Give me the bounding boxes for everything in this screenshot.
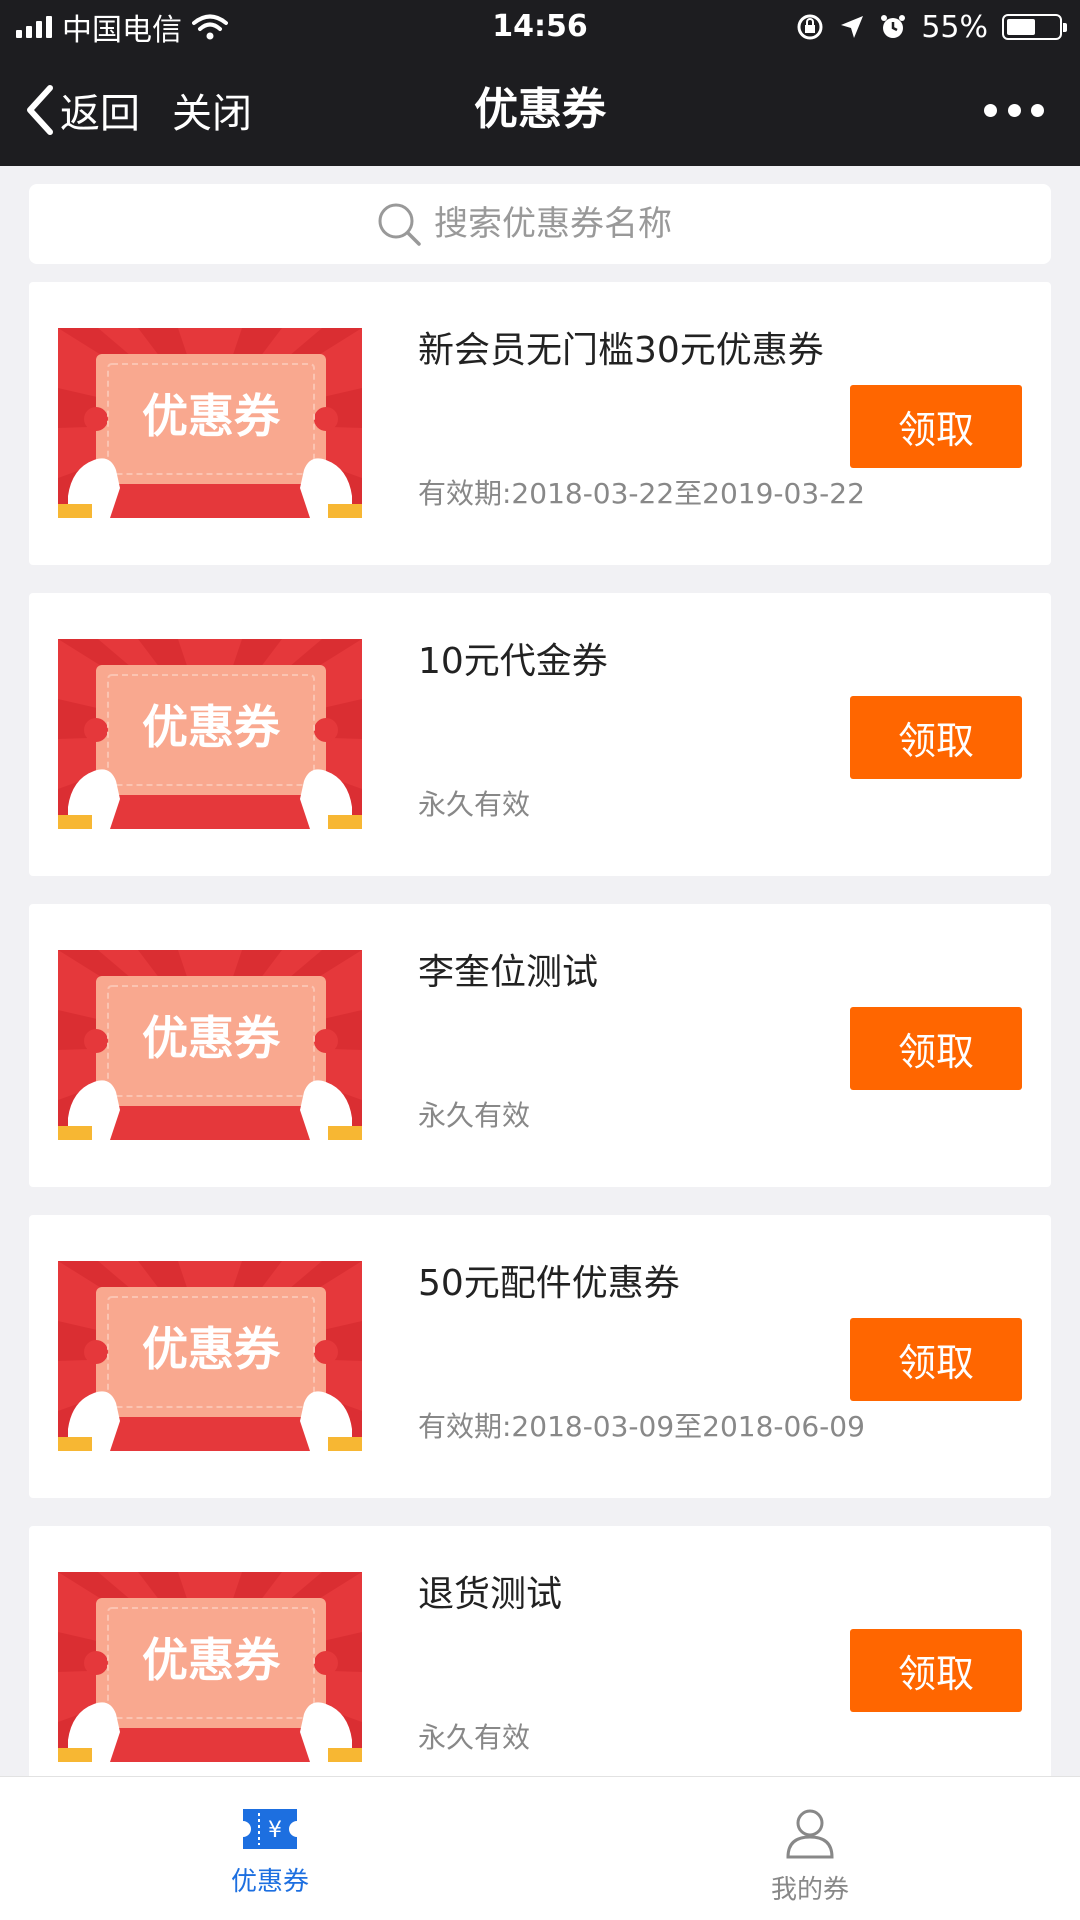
coupon-card: 优惠券 新会员无门槛30元优惠券 有效期:2018-03-22至2019-03-… bbox=[29, 282, 1051, 565]
battery-percent: 55% bbox=[921, 9, 988, 45]
close-label: 关闭 bbox=[172, 91, 252, 137]
coupon-name: 新会员无门槛30元优惠券 bbox=[418, 330, 824, 371]
dot bbox=[1031, 103, 1044, 117]
svg-text:优惠券: 优惠券 bbox=[142, 389, 281, 443]
coupon-validity: 永久有效 bbox=[418, 1721, 531, 1754]
coupon-card: 优惠券 退货测试 永久有效 领取 bbox=[29, 1526, 1051, 1809]
status-bar: 中国电信 14:56 55% bbox=[0, 0, 1080, 54]
coupon-validity: 有效期:2018-03-09至2018-06-09 bbox=[418, 1410, 865, 1443]
coupon-ticket-image: 优惠券 bbox=[58, 1572, 362, 1762]
chevron-left-icon bbox=[27, 85, 53, 135]
claim-button[interactable]: 领取 bbox=[850, 385, 1022, 468]
battery-level-fill bbox=[1007, 19, 1035, 35]
tab-coupons[interactable]: ¥ 优惠券 bbox=[0, 1777, 540, 1920]
coupon-name: 退货测试 bbox=[418, 1574, 563, 1615]
search-icon bbox=[378, 203, 421, 246]
claim-button[interactable]: 领取 bbox=[850, 1318, 1022, 1401]
claim-button[interactable]: 领取 bbox=[850, 1007, 1022, 1090]
coupon-ticket-image: 优惠券 bbox=[58, 1261, 362, 1451]
svg-text:优惠券: 优惠券 bbox=[142, 1633, 281, 1687]
claim-button[interactable]: 领取 bbox=[850, 1629, 1022, 1712]
rotation-lock-icon bbox=[797, 14, 823, 40]
tab-bar: ¥ 优惠券 我的券 bbox=[0, 1776, 1080, 1920]
coupon-card: 优惠券 李奎位测试 永久有效 领取 bbox=[29, 904, 1051, 1187]
coupon-card: 优惠券 10元代金券 永久有效 领取 bbox=[29, 593, 1051, 876]
svg-text:¥: ¥ bbox=[268, 1818, 282, 1843]
coupon-name: 10元代金券 bbox=[418, 641, 608, 682]
back-label: 返回 bbox=[60, 91, 140, 137]
claim-button[interactable]: 领取 bbox=[850, 696, 1022, 779]
close-button[interactable]: 关闭 bbox=[172, 82, 252, 138]
location-arrow-icon bbox=[841, 16, 864, 38]
coupon-validity: 永久有效 bbox=[418, 788, 531, 821]
ticket-icon: ¥ bbox=[243, 1809, 297, 1849]
user-icon bbox=[786, 1809, 834, 1859]
svg-text:优惠券: 优惠券 bbox=[142, 1011, 281, 1065]
dot bbox=[984, 103, 997, 117]
navigation-bar: 返回 关闭 优惠券 bbox=[0, 54, 1080, 166]
coupon-name: 李奎位测试 bbox=[418, 952, 599, 993]
battery-icon bbox=[1002, 14, 1067, 40]
search-bar[interactable] bbox=[29, 184, 1051, 264]
tab-coupons-label: 优惠券 bbox=[230, 1867, 309, 1897]
dot bbox=[1007, 103, 1021, 117]
search-input[interactable] bbox=[434, 204, 704, 244]
coupon-validity: 永久有效 bbox=[418, 1099, 531, 1132]
coupon-list: 优惠券 新会员无门槛30元优惠券 有效期:2018-03-22至2019-03-… bbox=[29, 282, 1051, 1837]
svg-text:优惠券: 优惠券 bbox=[142, 700, 281, 754]
status-right: 55% bbox=[795, 8, 1067, 46]
coupon-ticket-image: 优惠券 bbox=[58, 950, 362, 1140]
coupon-validity: 有效期:2018-03-22至2019-03-22 bbox=[418, 477, 865, 510]
page-title: 优惠券 bbox=[474, 84, 606, 135]
back-button[interactable]: 返回 bbox=[24, 82, 140, 138]
alarm-icon bbox=[881, 15, 906, 38]
svg-text:优惠券: 优惠券 bbox=[142, 1322, 281, 1376]
coupon-ticket-image: 优惠券 bbox=[58, 328, 362, 518]
coupon-card: 优惠券 50元配件优惠券 有效期:2018-03-09至2018-06-09 领… bbox=[29, 1215, 1051, 1498]
coupon-ticket-image: 优惠券 bbox=[58, 639, 362, 829]
tab-my-coupons[interactable]: 我的券 bbox=[540, 1777, 1080, 1920]
coupon-name: 50元配件优惠券 bbox=[418, 1263, 680, 1304]
tab-my-coupons-label: 我的券 bbox=[770, 1875, 849, 1905]
more-options-button[interactable] bbox=[984, 92, 1044, 128]
